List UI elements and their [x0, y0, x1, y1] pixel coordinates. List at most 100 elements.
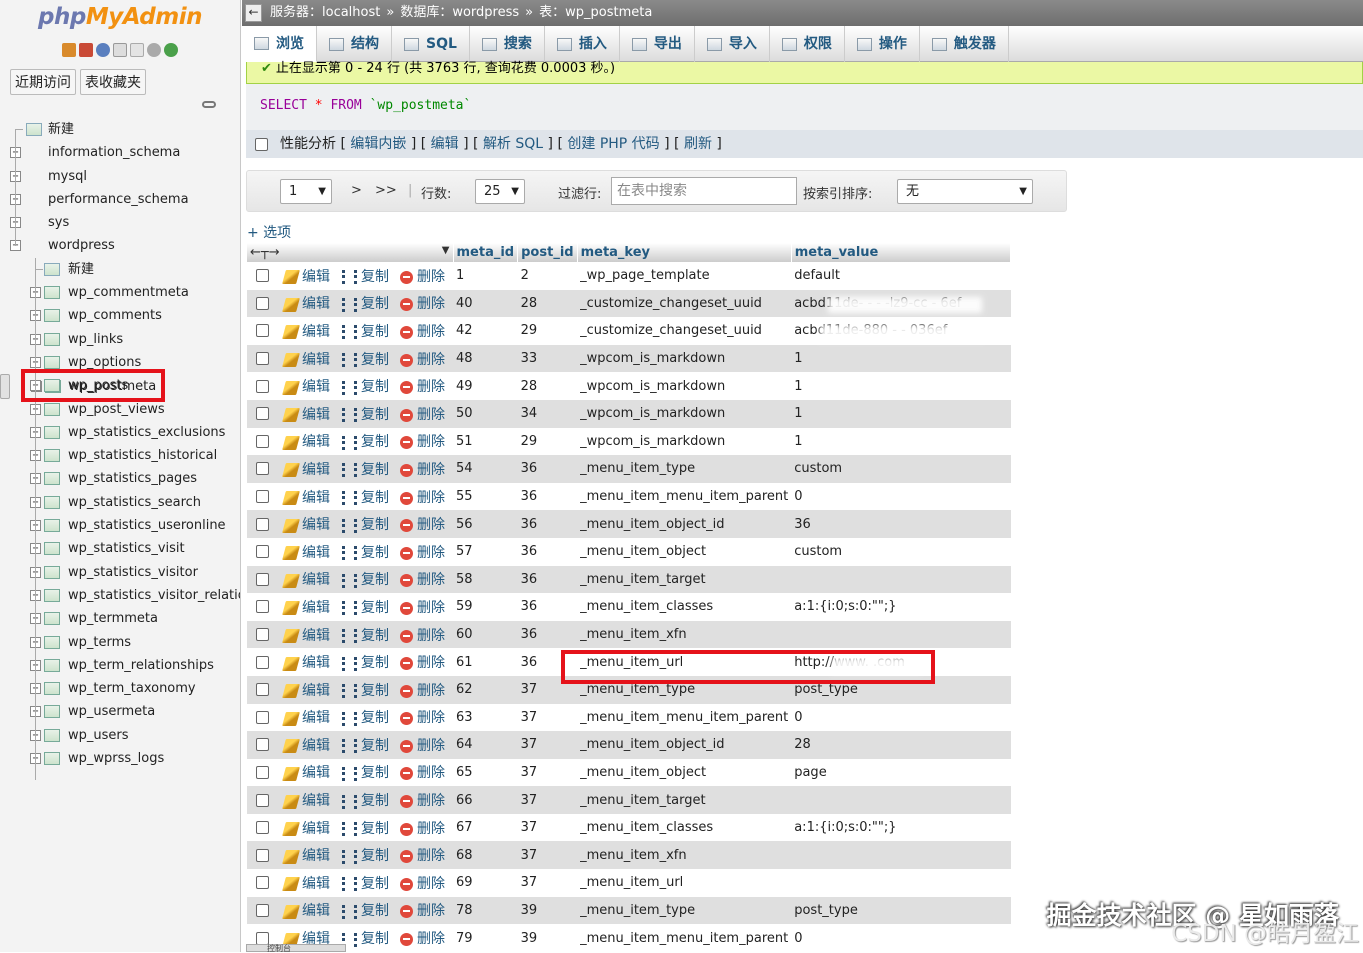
help-icon[interactable] — [96, 43, 110, 57]
tree-db-mysql[interactable]: +mysql — [0, 165, 240, 188]
copy-row-button[interactable]: 复制 — [339, 758, 397, 787]
edit-row-button[interactable]: 编辑 — [281, 786, 339, 814]
row-checkbox[interactable] — [256, 931, 269, 945]
copy-row-button[interactable]: 复制 — [339, 427, 397, 456]
copy-row-button[interactable]: 复制 — [339, 262, 397, 290]
tab-triggers[interactable]: 触发器 — [920, 26, 1009, 62]
tab-import[interactable]: 导入 — [695, 26, 770, 62]
next-page-button[interactable]: > — [351, 183, 362, 198]
gear-icon[interactable] — [147, 43, 161, 57]
tree-table-wp-statistics-visitor-relations[interactable]: +wp_statistics_visitor_relations — [0, 584, 240, 607]
tab-operations[interactable]: 操作 — [845, 26, 920, 62]
cell-meta-id[interactable]: 57 — [453, 537, 518, 566]
edit-link[interactable]: 编辑 — [431, 136, 459, 152]
delete-row-button[interactable]: 删除 — [397, 344, 453, 373]
tab-structure[interactable]: 结构 — [317, 26, 392, 62]
row-checkbox[interactable] — [256, 628, 269, 642]
copy-row-button[interactable]: 复制 — [339, 813, 397, 842]
cell-meta-value[interactable] — [791, 869, 1011, 897]
copy-row-button[interactable]: 复制 — [339, 289, 397, 318]
copy-row-button[interactable]: 复制 — [339, 537, 397, 566]
cell-post-id[interactable]: 37 — [517, 731, 578, 759]
cell-post-id[interactable]: 37 — [517, 703, 578, 732]
delete-row-button[interactable]: 删除 — [397, 813, 453, 842]
cell-meta-value[interactable] — [791, 841, 1011, 870]
row-checkbox[interactable] — [256, 352, 269, 366]
exit-icon[interactable] — [79, 43, 93, 57]
edit-row-button[interactable]: 编辑 — [281, 427, 339, 456]
edit-inline-link[interactable]: 编辑内嵌 — [350, 136, 406, 152]
row-checkbox[interactable] — [256, 765, 269, 779]
cell-post-id[interactable]: 28 — [517, 372, 578, 400]
copy-row-button[interactable]: 复制 — [339, 675, 397, 704]
row-checkbox[interactable] — [256, 490, 269, 504]
cell-meta-key[interactable]: _menu_item_xfn — [577, 841, 792, 870]
copy-row-button[interactable]: 复制 — [339, 593, 397, 621]
cell-post-id[interactable]: 2 — [517, 262, 578, 290]
edit-row-button[interactable]: 编辑 — [281, 262, 339, 290]
cell-meta-value[interactable]: 0 — [791, 703, 1011, 732]
edit-row-button[interactable]: 编辑 — [281, 869, 339, 897]
breadcrumb-table[interactable]: 表：wp_postmeta — [539, 0, 652, 26]
cell-meta-id[interactable]: 42 — [453, 317, 518, 345]
edit-row-button[interactable]: 编辑 — [281, 896, 339, 925]
cell-meta-id[interactable]: 49 — [453, 372, 518, 400]
delete-row-button[interactable]: 删除 — [397, 372, 453, 400]
copy-row-button[interactable]: 复制 — [339, 482, 397, 511]
delete-row-button[interactable]: 删除 — [397, 317, 453, 345]
delete-row-button[interactable]: 删除 — [397, 869, 453, 897]
cell-meta-key[interactable]: _menu_item_object_id — [577, 731, 792, 759]
cell-meta-id[interactable]: 64 — [453, 731, 518, 759]
edit-row-button[interactable]: 编辑 — [281, 344, 339, 373]
caret-down-icon[interactable]: ▼ — [442, 245, 450, 256]
cell-meta-id[interactable]: 59 — [453, 593, 518, 621]
recent-tab[interactable]: 近期访问 — [10, 69, 76, 95]
row-checkbox[interactable] — [256, 793, 269, 807]
copy-row-button[interactable]: 复制 — [339, 455, 397, 483]
row-checkbox[interactable] — [256, 434, 269, 448]
home-icon[interactable] — [62, 43, 76, 57]
edit-row-button[interactable]: 编辑 — [281, 593, 339, 621]
cell-meta-key[interactable]: _wpcom_is_markdown — [577, 344, 792, 373]
cell-meta-key[interactable]: _menu_item_target — [577, 786, 792, 814]
row-checkbox[interactable] — [256, 683, 269, 697]
tree-table-wp-links[interactable]: +wp_links — [0, 328, 240, 351]
cell-meta-key[interactable]: _menu_item_type — [577, 455, 792, 483]
tab-export[interactable]: 导出 — [620, 26, 695, 62]
copy-row-button[interactable]: 复制 — [339, 510, 397, 538]
tree-table-wp-statistics-exclusions[interactable]: +wp_statistics_exclusions — [0, 421, 240, 444]
tree-table-wp-termmeta[interactable]: +wp_termmeta — [0, 607, 240, 630]
cell-meta-value[interactable] — [791, 620, 1011, 649]
cell-meta-key[interactable]: _wpcom_is_markdown — [577, 372, 792, 400]
delete-row-button[interactable]: 删除 — [397, 758, 453, 787]
edit-row-button[interactable]: 编辑 — [281, 841, 339, 870]
breadcrumb-db[interactable]: 数据库：wordpress — [400, 0, 519, 26]
cell-meta-id[interactable]: 40 — [453, 289, 518, 318]
cell-post-id[interactable]: 36 — [517, 455, 578, 483]
cell-meta-id[interactable]: 54 — [453, 455, 518, 483]
tab-privileges[interactable]: 权限 — [770, 26, 845, 62]
delete-row-button[interactable]: 删除 — [397, 896, 453, 925]
cell-meta-value[interactable]: 1 — [791, 372, 1011, 400]
cell-meta-key[interactable]: _menu_item_object — [577, 758, 792, 787]
cell-meta-key[interactable]: _menu_item_xfn — [577, 620, 792, 649]
edit-row-button[interactable]: 编辑 — [281, 537, 339, 566]
cell-meta-id[interactable]: 58 — [453, 565, 518, 594]
delete-row-button[interactable]: 删除 — [397, 620, 453, 649]
cell-meta-value[interactable]: a:1:{i:0;s:0:"";} — [791, 593, 1011, 621]
cell-meta-id[interactable]: 62 — [453, 675, 518, 704]
reload-icon[interactable] — [164, 43, 178, 57]
col-meta-key[interactable]: meta_key — [577, 243, 792, 262]
cell-meta-key[interactable]: _menu_item_menu_item_parent — [577, 924, 792, 952]
cell-post-id[interactable]: 36 — [517, 510, 578, 538]
edit-row-button[interactable]: 编辑 — [281, 731, 339, 759]
cell-post-id[interactable]: 37 — [517, 786, 578, 814]
page-select[interactable]: 1 ▼ — [280, 179, 332, 204]
edit-row-button[interactable]: 编辑 — [281, 317, 339, 345]
row-checkbox[interactable] — [256, 407, 269, 421]
row-checkbox[interactable] — [256, 572, 269, 586]
cell-meta-value[interactable]: page — [791, 758, 1011, 787]
sort-select[interactable]: 无 ▼ — [897, 179, 1033, 204]
cell-post-id[interactable]: 36 — [517, 537, 578, 566]
tree-item-new[interactable]: 新建 — [0, 118, 240, 141]
